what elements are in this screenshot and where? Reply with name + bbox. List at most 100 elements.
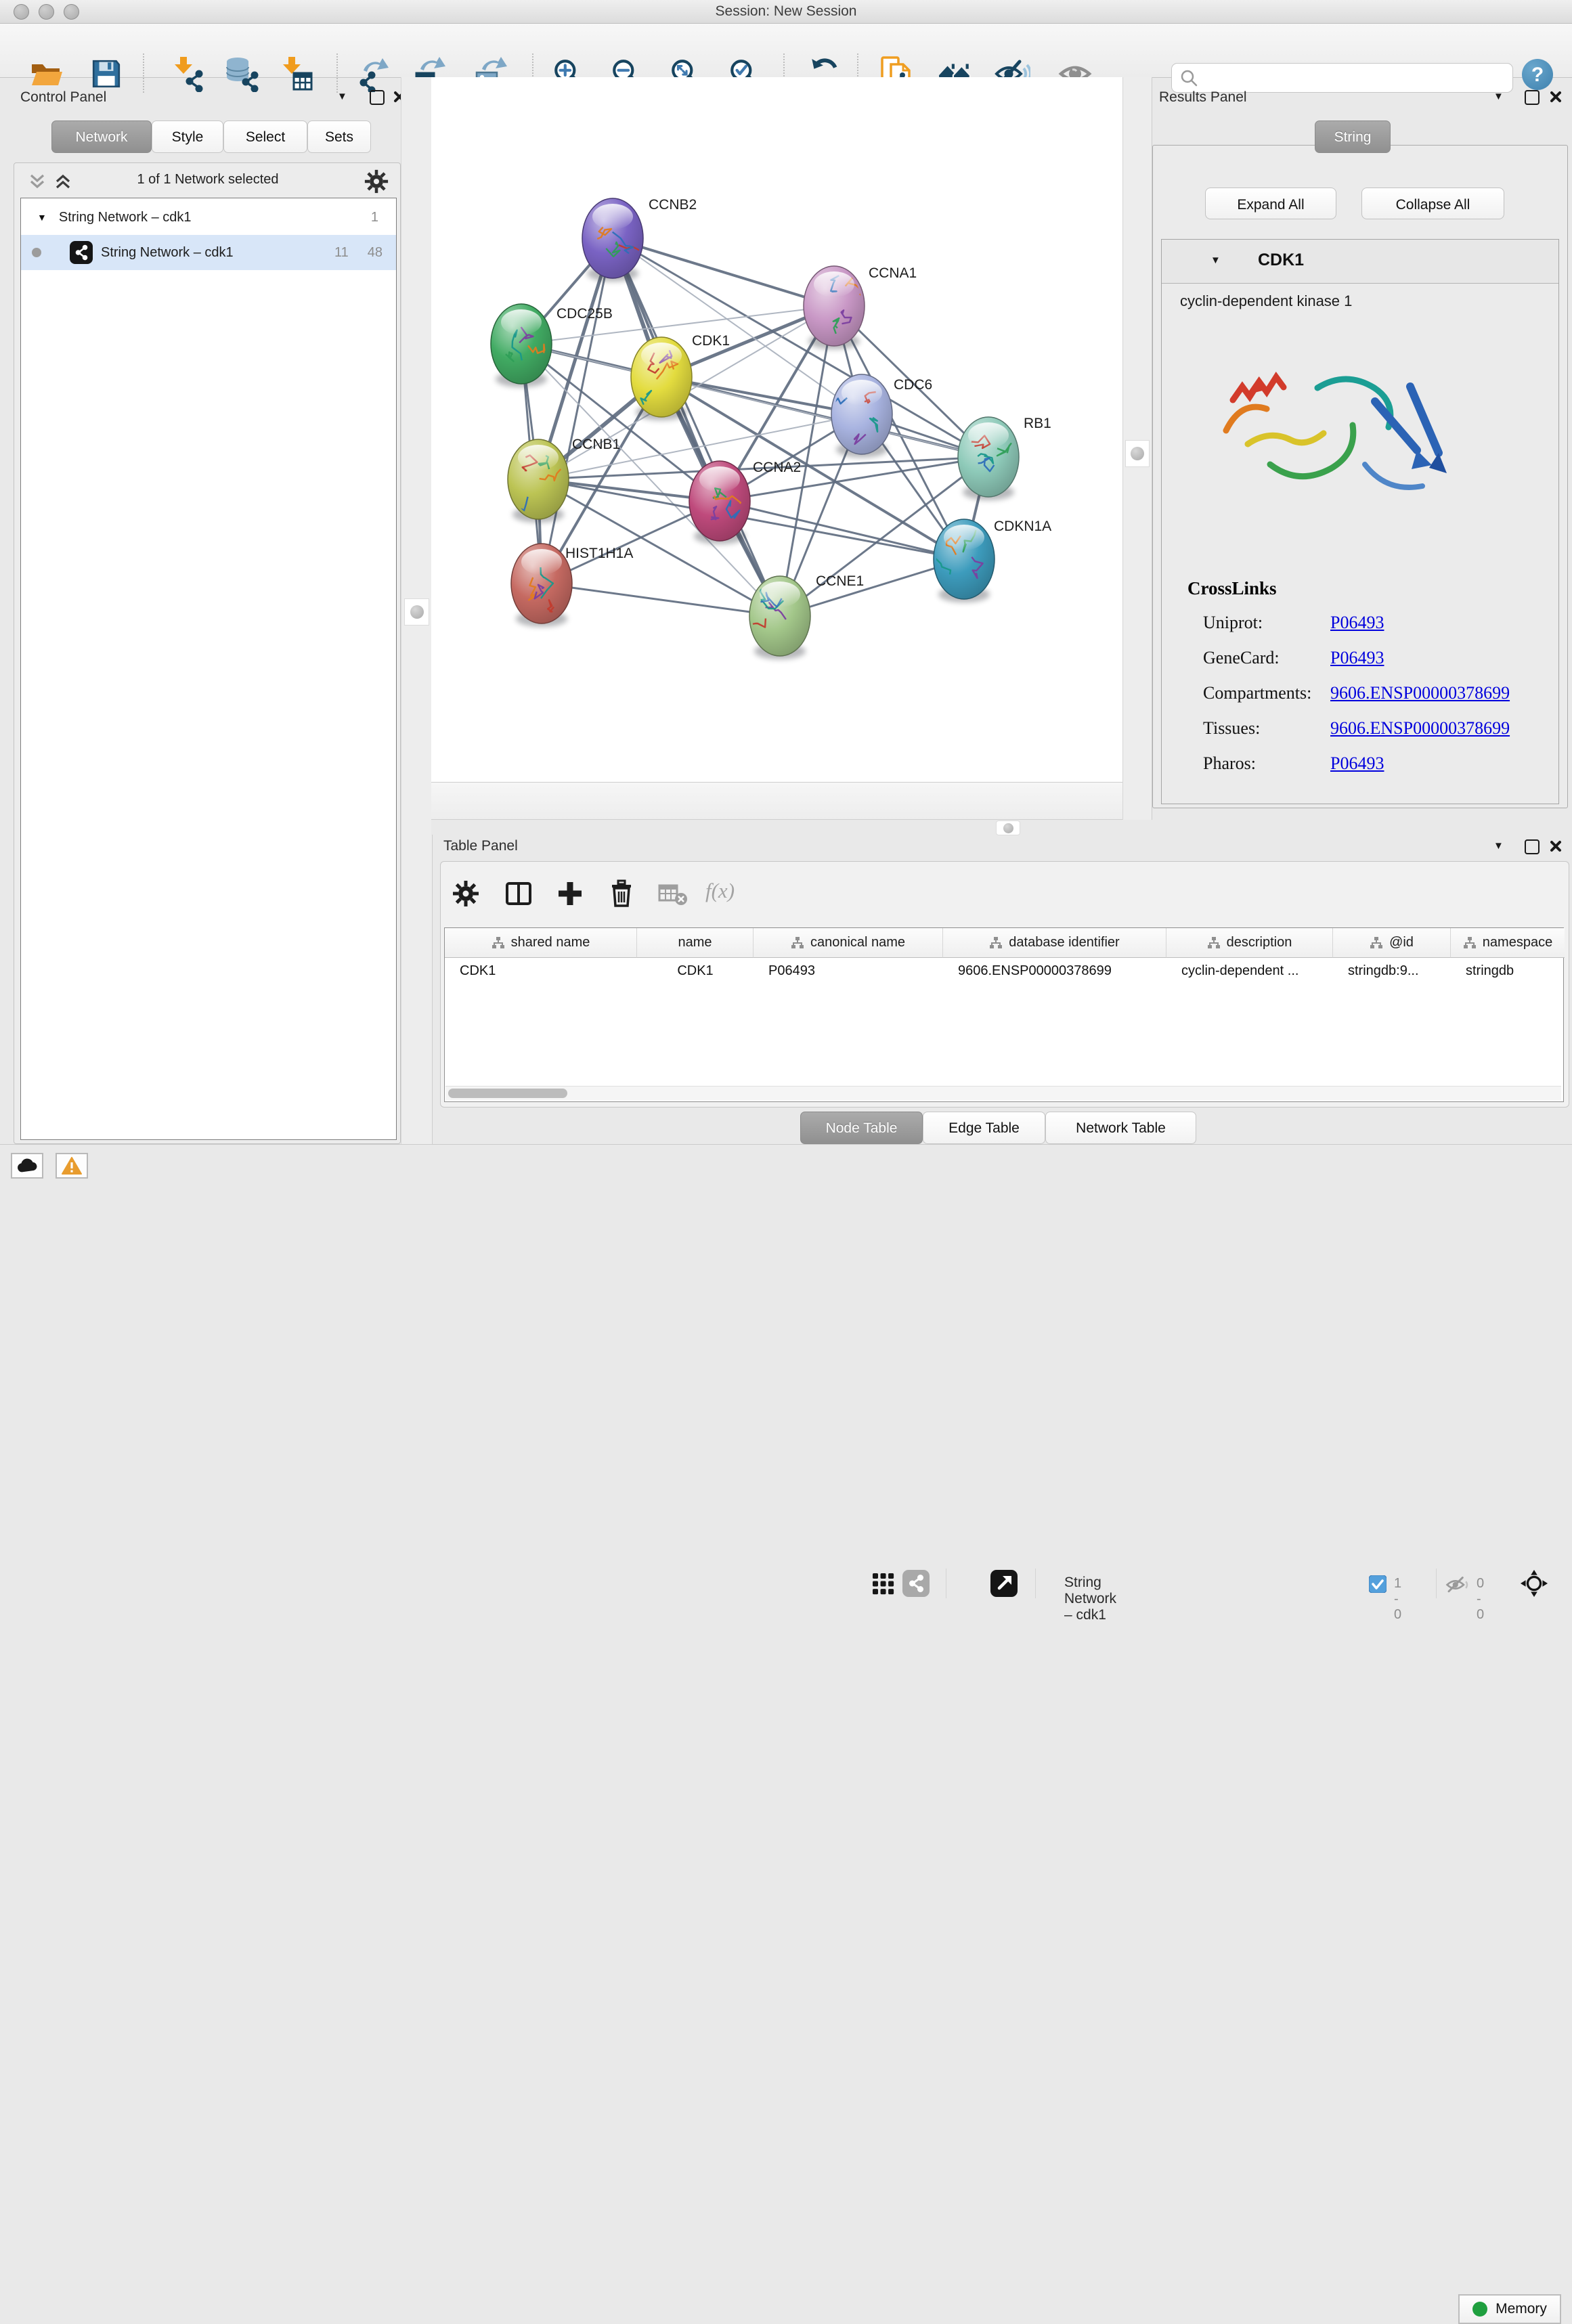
column-header-namespace[interactable]: namespace <box>1451 928 1565 958</box>
column-header-description[interactable]: description <box>1166 928 1333 958</box>
network-node-CDC25B[interactable] <box>491 304 552 387</box>
expand-all-button[interactable]: Expand All <box>1205 188 1336 219</box>
network-node-CCNA1[interactable] <box>804 266 865 349</box>
network-edge-CCNB2-CCNA1[interactable] <box>613 238 834 306</box>
network-tree-root-row[interactable]: ▼ String Network – cdk1 1 <box>21 200 396 235</box>
table-cell-canonical-name[interactable]: P06493 <box>754 958 943 984</box>
import-network-database-button[interactable] <box>222 53 261 94</box>
scrollbar-thumb[interactable] <box>448 1089 567 1098</box>
table-panel-close-icon[interactable] <box>1549 839 1563 853</box>
crosslink-link[interactable]: 9606.ENSP00000378699 <box>1330 718 1510 739</box>
control-panel-title: Control Panel <box>20 89 106 106</box>
delete-column-trash-icon[interactable] <box>608 879 635 907</box>
column-header-id[interactable]: @id <box>1333 928 1451 958</box>
network-edge-CCNB2-HIST1H1A[interactable] <box>542 238 613 584</box>
warning-status-button[interactable] <box>56 1153 88 1179</box>
network-canvas[interactable]: CCNB2CCNA1CDC25BCDK1CDC6RB1CCNB1CCNA2CDK… <box>431 77 1122 782</box>
network-node-RB1[interactable] <box>958 417 1019 500</box>
column-header-database-identifier[interactable]: database identifier <box>943 928 1166 958</box>
network-node-CDK1[interactable] <box>631 337 692 420</box>
table-cell-database-identifier[interactable]: 9606.ENSP00000378699 <box>943 958 1166 984</box>
results-panel-float-icon[interactable] <box>1525 90 1540 105</box>
right-panel-divider[interactable] <box>1122 77 1152 820</box>
control-panel-float-icon[interactable] <box>370 90 385 105</box>
save-session-button[interactable] <box>87 53 126 94</box>
crosslink-link[interactable]: P06493 <box>1330 613 1384 633</box>
crosslink-row: Pharos: P06493 <box>1162 753 1558 781</box>
tab-node-table[interactable]: Node Table <box>800 1112 923 1144</box>
column-header-shared-name[interactable]: shared name <box>445 928 637 958</box>
network-node-CCNB1[interactable] <box>508 439 569 523</box>
network-node-HIST1H1A[interactable] <box>511 544 572 627</box>
column-header-name[interactable]: name <box>637 928 754 958</box>
table-panel-float-icon[interactable] <box>1525 839 1540 854</box>
tab-node-table-label: Node Table <box>826 1120 898 1136</box>
results-panel-close-icon[interactable] <box>1549 90 1563 104</box>
crosslink-link[interactable]: 9606.ENSP00000378699 <box>1330 683 1510 703</box>
column-label: database identifier <box>1009 935 1119 950</box>
memory-label: Memory <box>1495 2301 1547 2317</box>
birds-eye-view-icon[interactable] <box>990 1570 1018 1597</box>
column-header-canonical-name[interactable]: canonical name <box>754 928 943 958</box>
network-node-CCNB2[interactable] <box>582 198 656 282</box>
table-cell-description[interactable]: cyclin-dependent ... <box>1166 958 1333 984</box>
network-node-CCNE1[interactable] <box>735 576 810 659</box>
tree-disclosure-icon[interactable]: ▼ <box>37 212 47 223</box>
tab-select[interactable]: Select <box>223 120 307 153</box>
table-horizontal-scrollbar[interactable] <box>445 1086 1561 1100</box>
network-node-CDKN1A[interactable] <box>923 519 995 602</box>
tab-sets[interactable]: Sets <box>307 120 371 153</box>
help-button[interactable]: ? <box>1522 59 1553 90</box>
network-options-gear-icon[interactable] <box>364 169 389 194</box>
table-cell-namespace[interactable]: stringdb <box>1451 958 1565 984</box>
import-network-file-button[interactable] <box>168 53 207 94</box>
open-folder-icon <box>29 58 64 89</box>
left-panel-divider[interactable] <box>401 77 433 1144</box>
network-node-label-CDC6: CDC6 <box>894 377 932 393</box>
toolbar-separator <box>1436 1569 1437 1598</box>
tab-edge-table[interactable]: Edge Table <box>923 1112 1045 1144</box>
network-tree-child-row[interactable]: String Network – cdk1 11 48 <box>21 235 396 270</box>
control-panel-menu-icon[interactable]: ▼ <box>337 91 347 102</box>
cdk1-section-header[interactable]: ▼ CDK1 <box>1162 240 1558 284</box>
collapse-all-button[interactable]: Collapse All <box>1361 188 1504 219</box>
network-type-share-icon <box>70 241 93 264</box>
share-view-icon[interactable] <box>902 1570 930 1597</box>
left-divider-handle[interactable] <box>404 598 429 626</box>
splitter-grip[interactable] <box>996 820 1020 835</box>
network-edge-CCNB2-CCNE1[interactable] <box>613 238 780 616</box>
cloud-status-button[interactable] <box>11 1153 43 1179</box>
table-cell-name[interactable]: CDK1 <box>637 958 754 984</box>
section-disclosure-icon[interactable]: ▼ <box>1210 255 1221 266</box>
export-network-button[interactable] <box>354 53 393 94</box>
import-table-icon <box>278 56 314 92</box>
right-divider-handle[interactable] <box>1125 440 1150 467</box>
tab-style[interactable]: Style <box>152 120 223 153</box>
import-table-button[interactable] <box>276 53 315 94</box>
tab-string[interactable]: String <box>1315 120 1391 153</box>
network-edge-CCNA2-CDKN1A[interactable] <box>720 501 964 559</box>
selected-checkbox-icon[interactable] <box>1369 1575 1387 1593</box>
grid-view-icon[interactable] <box>873 1573 894 1595</box>
table-panel-menu-icon[interactable]: ▼ <box>1493 840 1504 852</box>
fit-selected-crosshair-icon[interactable] <box>1520 1569 1548 1598</box>
network-node-CCNA2[interactable] <box>689 461 750 544</box>
table-options-gear-icon[interactable] <box>452 880 479 907</box>
tab-network[interactable]: Network <box>51 120 152 153</box>
column-label: shared name <box>511 935 590 950</box>
show-columns-icon[interactable] <box>505 880 532 907</box>
table-cell-id[interactable]: stringdb:9... <box>1333 958 1451 984</box>
crosslink-link[interactable]: P06493 <box>1330 753 1384 774</box>
toolbar-separator <box>336 53 338 93</box>
column-type-icon <box>1207 936 1221 950</box>
add-column-plus-icon[interactable] <box>556 880 584 907</box>
network-edge-HIST1H1A-CCNE1[interactable] <box>542 584 780 616</box>
crosslink-link[interactable]: P06493 <box>1330 648 1384 668</box>
open-session-button[interactable] <box>27 53 66 94</box>
results-panel-menu-icon[interactable]: ▼ <box>1493 91 1504 102</box>
search-input[interactable] <box>1198 70 1504 87</box>
tab-network-table[interactable]: Network Table <box>1045 1112 1196 1144</box>
horizontal-splitter[interactable] <box>431 820 1572 835</box>
memory-button[interactable]: Memory <box>1458 2294 1561 2324</box>
table-cell-shared-name[interactable]: CDK1 <box>445 958 637 984</box>
